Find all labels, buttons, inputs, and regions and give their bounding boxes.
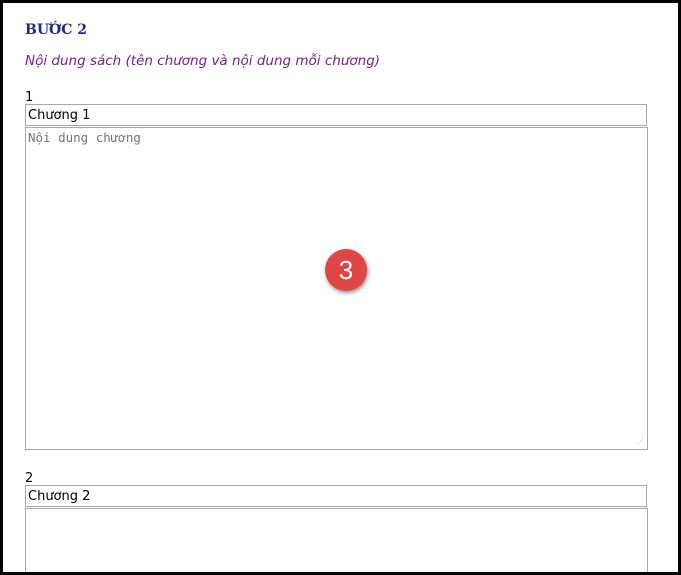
chapter-number: 1	[25, 90, 34, 105]
screenshot-frame: BƯỚC 2 Nội dung sách (tên chương và nội …	[0, 0, 681, 575]
step-description: Nội dung sách (tên chương và nội dung mỗ…	[25, 53, 381, 69]
resize-grip-icon[interactable]: ⋰	[636, 437, 644, 445]
step-title: BƯỚC 2	[25, 22, 87, 38]
step-number-badge: 3	[325, 249, 367, 291]
chapter-content-textarea[interactable]	[25, 508, 648, 572]
chapter-title-input[interactable]	[25, 485, 647, 507]
chapter-number: 2	[25, 471, 34, 486]
chapter-title-input[interactable]	[25, 104, 647, 126]
